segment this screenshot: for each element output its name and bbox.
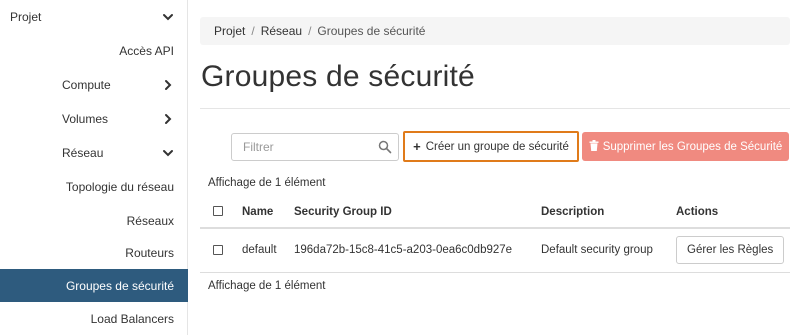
security-groups-table: Name Security Group ID Description Actio… [200,196,790,273]
sidebar-item-compute[interactable]: Compute [0,68,188,102]
trash-icon [589,139,599,154]
search-box [231,133,399,161]
sidebar-item-label: Groupes de sécurité [65,278,174,293]
chevron-right-icon [162,113,174,125]
create-button-label: Créer un groupe de sécurité [425,140,569,153]
sidebar-item-label: Volumes [62,112,109,126]
sidebar-item-label: Réseaux [126,214,174,228]
title-divider [200,108,790,109]
sidebar-item-load-balancers[interactable]: Load Balancers [0,302,188,336]
sidebar-item-reseau[interactable]: Réseau [0,136,188,170]
sidebar-item-groupes-securite[interactable]: Groupes de sécurité [0,269,188,302]
sidebar-item-volumes[interactable]: Volumes [0,102,188,136]
chevron-down-icon [162,11,174,23]
delete-button-label: Supprimer les Groupes de Sécurité [602,140,783,153]
search-icon[interactable] [378,140,392,154]
breadcrumb-separator: / [308,24,312,38]
row-select-cell [200,228,242,273]
item-count-top: Affichage de 1 élément [208,177,326,189]
item-count-bottom: Affichage de 1 élément [208,280,326,292]
manage-rules-button[interactable]: Gérer les Règles [676,236,785,265]
sidebar-item-label: Load Balancers [90,312,174,326]
column-header-description[interactable]: Description [541,196,676,229]
select-all-checkbox[interactable] [213,206,223,217]
breadcrumb-item-projet[interactable]: Projet [214,24,245,38]
search-input[interactable] [232,134,372,160]
sidebar: Projet Accès API Compute Volumes Réseau … [0,0,188,335]
sidebar-item-topologie[interactable]: Topologie du réseau [0,170,188,204]
sidebar-item-reseaux[interactable]: Réseaux [0,204,188,238]
table-row: default 196da72b-15c8-41c5-a203-0ea6c0db… [200,228,790,273]
breadcrumb-item-reseau[interactable]: Réseau [261,24,302,38]
select-all-cell [200,196,242,229]
sidebar-item-label: Topologie du réseau [65,180,174,194]
table-header-row: Name Security Group ID Description Actio… [200,196,790,229]
create-security-group-button[interactable]: + Créer un groupe de sécurité [403,131,579,162]
sidebar-item-acces-api[interactable]: Accès API [0,34,188,68]
column-header-name[interactable]: Name [242,196,294,229]
chevron-down-icon [162,147,174,159]
sidebar-item-routeurs[interactable]: Routeurs [0,236,188,270]
column-header-actions: Actions [676,196,790,229]
breadcrumb-current: Groupes de sécurité [317,24,426,38]
sidebar-item-label: Projet [10,10,42,24]
breadcrumb-separator: / [251,24,255,38]
sidebar-item-label: Réseau [62,146,104,160]
plus-icon: + [413,139,421,154]
sidebar-item-label: Compute [62,78,111,92]
delete-security-groups-button[interactable]: Supprimer les Groupes de Sécurité [582,132,789,161]
column-header-id[interactable]: Security Group ID [294,196,541,229]
sidebar-item-label: Accès API [119,44,174,58]
cell-name: default [242,228,294,273]
cell-description: Default security group [541,228,676,273]
sidebar-item-projet[interactable]: Projet [0,0,188,34]
chevron-right-icon [162,79,174,91]
cell-id[interactable]: 196da72b-15c8-41c5-a203-0ea6c0db927e [294,228,541,273]
breadcrumb: Projet / Réseau / Groupes de sécurité [200,17,790,45]
sidebar-item-label: Routeurs [125,246,174,260]
page-title: Groupes de sécurité [201,60,475,93]
row-checkbox[interactable] [213,245,223,256]
cell-actions: Gérer les Règles [676,228,790,273]
